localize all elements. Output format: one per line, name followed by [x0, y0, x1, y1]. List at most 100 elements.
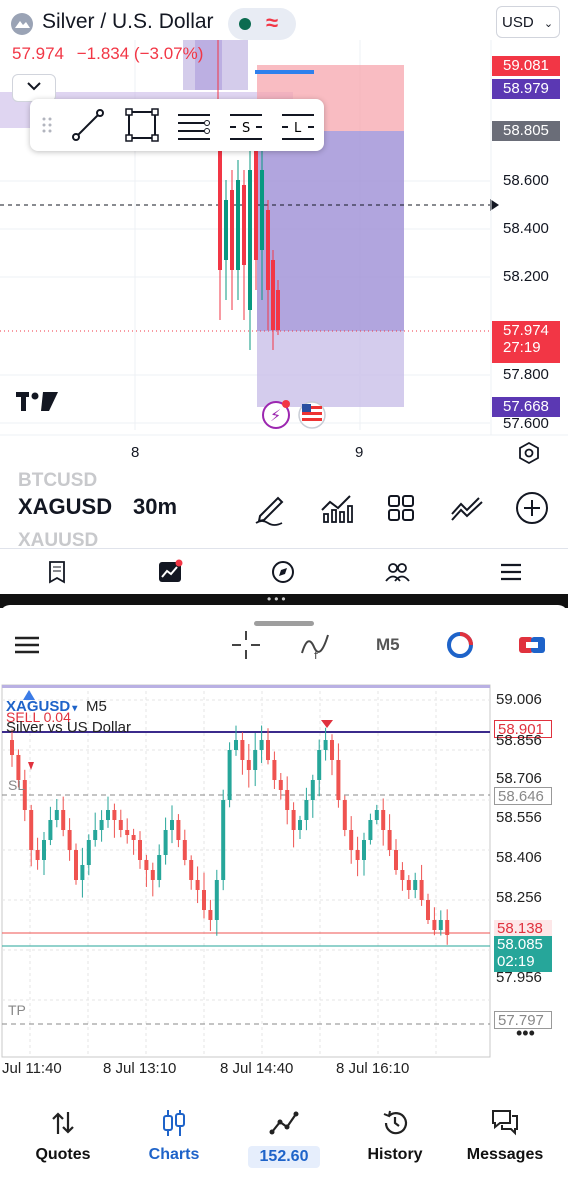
nav-label: Charts: [148, 1146, 200, 1163]
nav-label: Messages: [466, 1146, 544, 1163]
collapse-button[interactable]: [12, 74, 56, 102]
mt-candle-body: [202, 890, 206, 910]
mt-candle-body: [240, 740, 245, 760]
watchlist-icon[interactable]: [44, 559, 70, 585]
chart-icon[interactable]: [157, 559, 183, 585]
mt-candle-body: [195, 880, 200, 890]
chevron-down-icon: [27, 82, 41, 91]
price-tag-current: 57.974 27:19: [492, 321, 560, 363]
svg-text:f: f: [314, 649, 319, 661]
mt-candle-body: [413, 880, 418, 890]
mt-candles: [10, 725, 450, 945]
mt-candle-body: [214, 880, 219, 920]
mt-chart-panel: f M5 XAGUSD ▾ M5 SELL 0.04 Silver vs US …: [0, 605, 568, 1200]
menu-icon[interactable]: [12, 629, 44, 661]
trade-icon: [269, 1111, 299, 1135]
explore-icon[interactable]: [270, 559, 296, 585]
mt-time-axis-label: 8 Jul 14:40: [220, 1060, 294, 1077]
mt-candle-body: [387, 830, 392, 850]
drawing-toolbar: S L: [30, 99, 324, 151]
mt-candle-body: [86, 840, 91, 865]
mt-candle-body: [208, 910, 213, 920]
crosshair-icon[interactable]: [230, 629, 262, 661]
symbol-current[interactable]: XAGUSD: [18, 494, 112, 520]
mt-candle-body: [406, 880, 411, 890]
mt-candle-body: [362, 840, 366, 860]
mt-candle-body: [298, 820, 302, 830]
wave-icon: ≈: [266, 10, 279, 35]
market-status-pill[interactable]: ≈: [228, 8, 296, 40]
symbol-prev[interactable]: BTCUSD: [18, 470, 97, 492]
indicators-icon[interactable]: f: [300, 629, 332, 661]
mt-sl-label[interactable]: SL: [8, 777, 25, 793]
community-icon[interactable]: [384, 559, 410, 585]
mt-candle-body: [394, 850, 398, 870]
mt-candle-body: [170, 820, 174, 830]
mt-candle-body: [374, 810, 379, 820]
svg-text:L: L: [294, 121, 302, 136]
horizontal-lines-icon[interactable]: [176, 107, 212, 143]
nav-charts[interactable]: Charts: [124, 1108, 224, 1164]
mt-candle-body: [342, 800, 347, 830]
currency-select[interactable]: USD ⌄: [496, 6, 560, 38]
nav-trade[interactable]: 152.60: [234, 1108, 334, 1168]
price-axis-label: 57.600: [503, 415, 549, 432]
price-tag-upper-red: 59.081: [492, 56, 560, 76]
mt-chart-canvas[interactable]: [0, 680, 568, 1060]
objects-icon[interactable]: [444, 629, 476, 661]
price-axis-label: 57.800: [503, 366, 549, 383]
svg-text:S: S: [242, 121, 250, 136]
candles-icon: [163, 1110, 185, 1136]
timeframe-button[interactable]: M5: [376, 635, 400, 655]
mt-candle-body: [278, 780, 283, 790]
mt-price-axis-label: 58.256: [496, 889, 542, 906]
mt-candle-body: [272, 760, 277, 780]
mt-candle-body: [285, 790, 290, 810]
instrument-title[interactable]: Silver / U.S. Dollar: [42, 10, 214, 34]
nav-history[interactable]: History: [345, 1108, 445, 1164]
price-tag-upper-purple: 58.979: [492, 79, 560, 99]
nav-messages[interactable]: Messages: [455, 1108, 555, 1164]
drag-handle-icon[interactable]: [34, 107, 70, 143]
mt-candle-body: [234, 740, 238, 750]
nav-quotes[interactable]: Quotes: [13, 1108, 113, 1164]
mt-candle-body: [227, 750, 232, 800]
timeframe-current[interactable]: 30m: [133, 494, 177, 520]
tradingview-logo: [16, 392, 58, 411]
add-icon[interactable]: [514, 490, 550, 526]
trend-line-icon[interactable]: [70, 107, 106, 143]
mt-candle-body: [330, 740, 334, 760]
mt-candle-body: [432, 920, 437, 930]
short-position-icon[interactable]: S: [228, 107, 264, 143]
panel-handle[interactable]: [254, 621, 314, 626]
mt-candle-body: [182, 840, 187, 860]
indicators-icon[interactable]: [318, 490, 354, 526]
mt-candle-body: [291, 810, 296, 830]
more-dots-icon[interactable]: •••: [516, 1023, 535, 1044]
nav-label: Quotes: [35, 1146, 91, 1163]
mt-candle-body: [438, 920, 443, 930]
mt-sl-price-tag: 58.646: [494, 787, 552, 805]
pencil-icon[interactable]: [252, 490, 288, 526]
market-open-dot-icon: [239, 18, 251, 30]
menu-icon[interactable]: [498, 559, 524, 585]
top-chart-panel: ⚡ Silver / U.S. Dollar ≈ USD ⌄ 57.974 −1…: [0, 0, 568, 595]
mt-candle-body: [54, 810, 59, 820]
mt-candle-body: [157, 855, 162, 880]
settings-icon[interactable]: [517, 441, 541, 465]
mt-tp-label[interactable]: TP: [8, 1002, 26, 1018]
trade-icon[interactable]: [516, 629, 548, 661]
long-position-icon[interactable]: L: [280, 107, 316, 143]
grid-icon[interactable]: [383, 490, 419, 526]
mt-price-axis-label: 58.556: [496, 809, 542, 826]
mt-candle-body: [176, 820, 181, 840]
rectangle-icon[interactable]: [124, 107, 160, 143]
compare-icon[interactable]: [449, 490, 485, 526]
mt-candle-body: [112, 810, 117, 820]
mt-candle-body: [131, 835, 136, 840]
mt-ask-price: 58.085: [497, 936, 543, 953]
price-tag-lower-purple: 57.668: [492, 397, 560, 417]
mt-candle-body: [150, 870, 155, 880]
mt-candle-body: [138, 840, 142, 860]
chevron-down-icon: ▾: [72, 703, 78, 714]
